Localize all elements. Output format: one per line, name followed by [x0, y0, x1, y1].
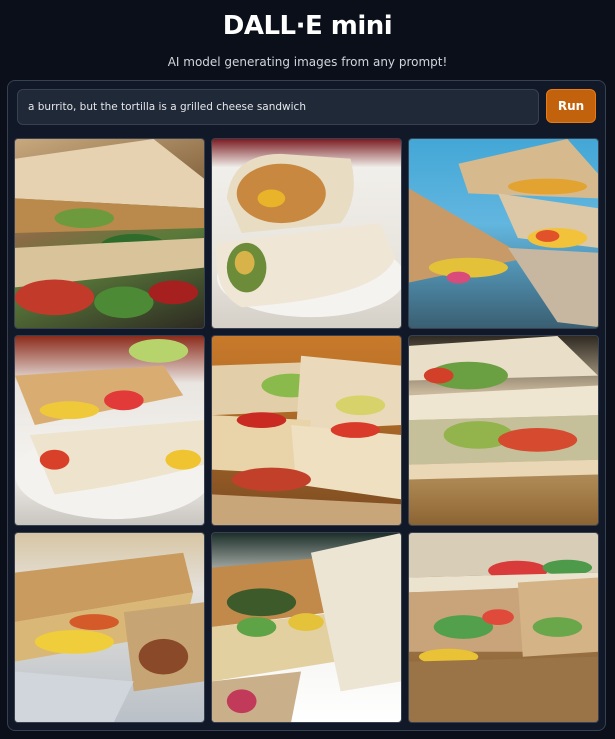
generated-image-4[interactable] [14, 335, 205, 526]
generated-image-1[interactable] [14, 138, 205, 329]
generated-image-3[interactable] [408, 138, 599, 329]
generated-image-2[interactable] [211, 138, 402, 329]
generated-image-9[interactable] [408, 532, 599, 723]
grilled-cheese-image [15, 338, 204, 520]
main-panel: Run [7, 80, 606, 731]
generated-image-6[interactable] [408, 335, 599, 526]
generated-image-8[interactable] [211, 532, 402, 723]
burrito-image [216, 153, 401, 318]
sandwich-image [15, 139, 204, 319]
results-gallery [14, 138, 601, 727]
burrito-image [409, 336, 598, 480]
quesadilla-image [409, 139, 598, 328]
generated-image-7[interactable] [14, 532, 205, 723]
sandwich-image [409, 533, 598, 722]
grilled-cheese-image [212, 355, 401, 525]
run-button[interactable]: Run [546, 89, 596, 123]
generated-image-5[interactable] [211, 335, 402, 526]
sandwich-image [15, 552, 204, 722]
prompt-row: Run [17, 89, 596, 125]
page-subtitle: AI model generating images from any prom… [167, 55, 448, 69]
page-title: DALL·E mini [222, 11, 393, 41]
prompt-input[interactable] [17, 89, 539, 125]
header: DALL·E mini AI model generating images f… [0, 0, 615, 69]
grilled-cheese-image [212, 533, 401, 722]
